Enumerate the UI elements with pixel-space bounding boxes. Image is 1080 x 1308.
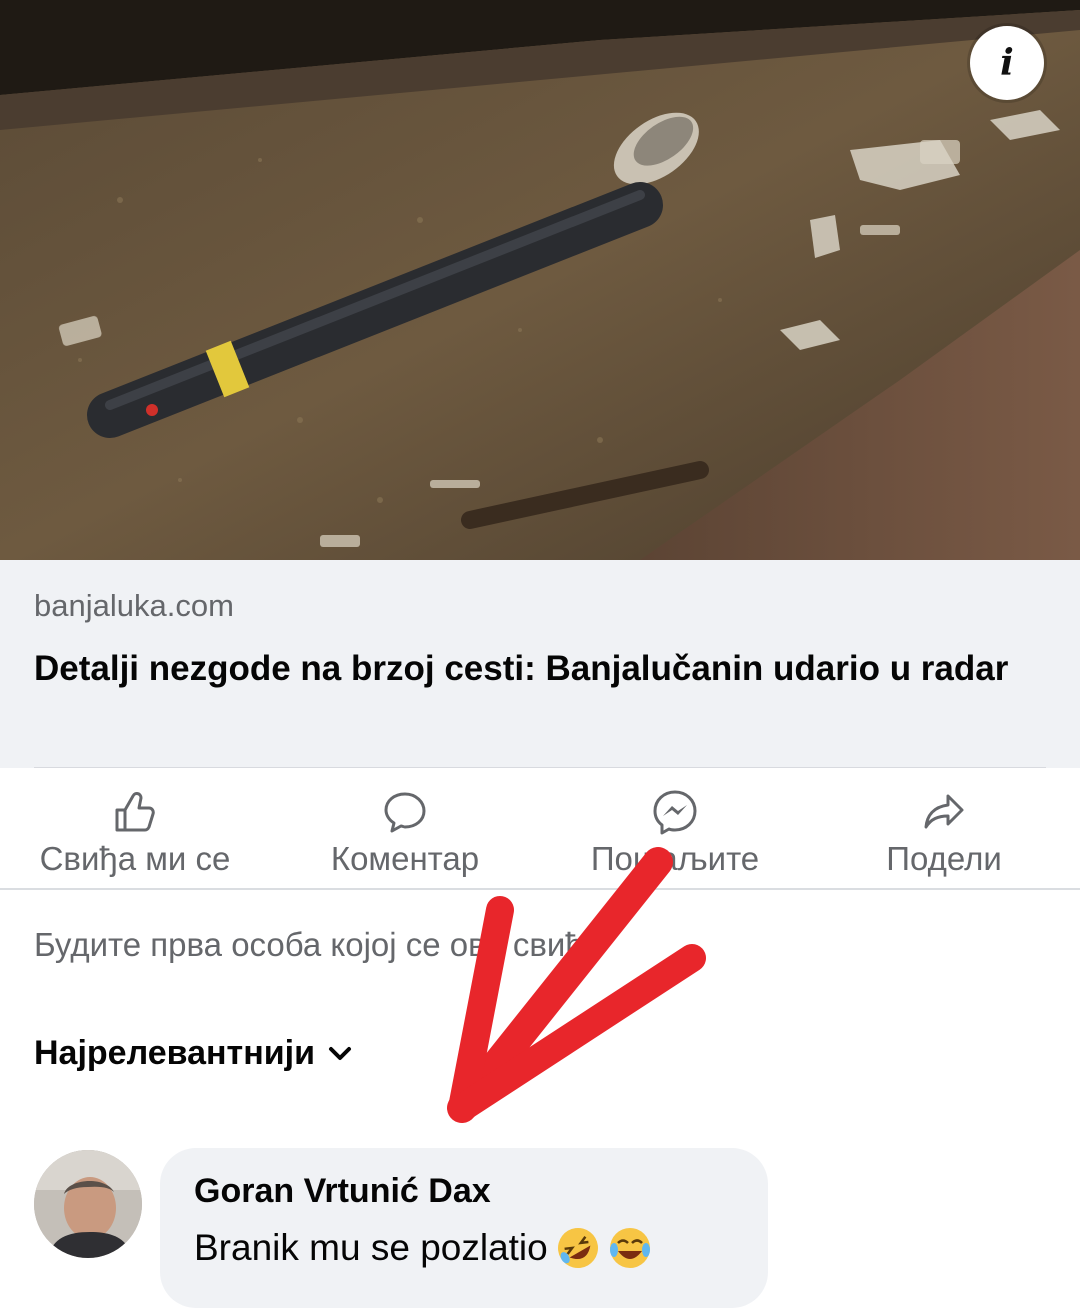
first-like-prompt: Будите прва особа којој се ово свиђа bbox=[34, 926, 603, 963]
post-photo[interactable]: i bbox=[0, 0, 1080, 560]
like-label: Свиђа ми се bbox=[39, 840, 231, 877]
send-button[interactable]: Пошаљите bbox=[578, 770, 772, 888]
link-domain: banjaluka.com bbox=[34, 588, 234, 623]
messenger-icon bbox=[653, 790, 697, 835]
rolling-laughing-emoji bbox=[557, 1228, 598, 1268]
chevron-down-icon bbox=[328, 1046, 351, 1060]
comment-bubble[interactable]: Goran Vrtunić Dax Branik mu se pozlatio bbox=[160, 1148, 768, 1308]
thumbs-up-icon bbox=[115, 792, 155, 832]
comment-body: Branik mu se pozlatio bbox=[194, 1227, 548, 1268]
comment-label: Коментар bbox=[330, 840, 480, 877]
comment-text: Branik mu se pozlatio bbox=[194, 1226, 652, 1270]
link-preview[interactable]: banjaluka.com Detalji nezgode na brzoj c… bbox=[0, 560, 1080, 768]
share-button[interactable]: Подели bbox=[874, 770, 1014, 888]
send-label: Пошаљите bbox=[590, 840, 760, 877]
accident-scene-image bbox=[0, 0, 1080, 560]
post-action-bar: Свиђа ми се Коментар Пошаљите Подели bbox=[0, 770, 1080, 888]
profile-photo bbox=[34, 1150, 142, 1258]
comment-icon bbox=[384, 792, 426, 833]
divider bbox=[0, 888, 1080, 890]
sort-label: Најрелевантнији bbox=[34, 1034, 315, 1072]
comment-button[interactable]: Коментар bbox=[318, 770, 492, 888]
avatar[interactable] bbox=[34, 1150, 142, 1258]
comment-sort-dropdown[interactable]: Најрелевантнији bbox=[34, 1034, 353, 1073]
comment-author[interactable]: Goran Vrtunić Dax bbox=[194, 1172, 491, 1211]
divider bbox=[34, 767, 1046, 768]
share-label: Подели bbox=[886, 840, 1002, 877]
link-title[interactable]: Detalji nezgode na brzoj cesti: Banjaluč… bbox=[34, 642, 1024, 696]
like-button[interactable]: Свиђа ми се bbox=[30, 770, 240, 888]
info-icon[interactable]: i bbox=[970, 26, 1044, 100]
share-icon bbox=[924, 794, 964, 829]
tears-of-joy-emoji bbox=[609, 1228, 650, 1268]
